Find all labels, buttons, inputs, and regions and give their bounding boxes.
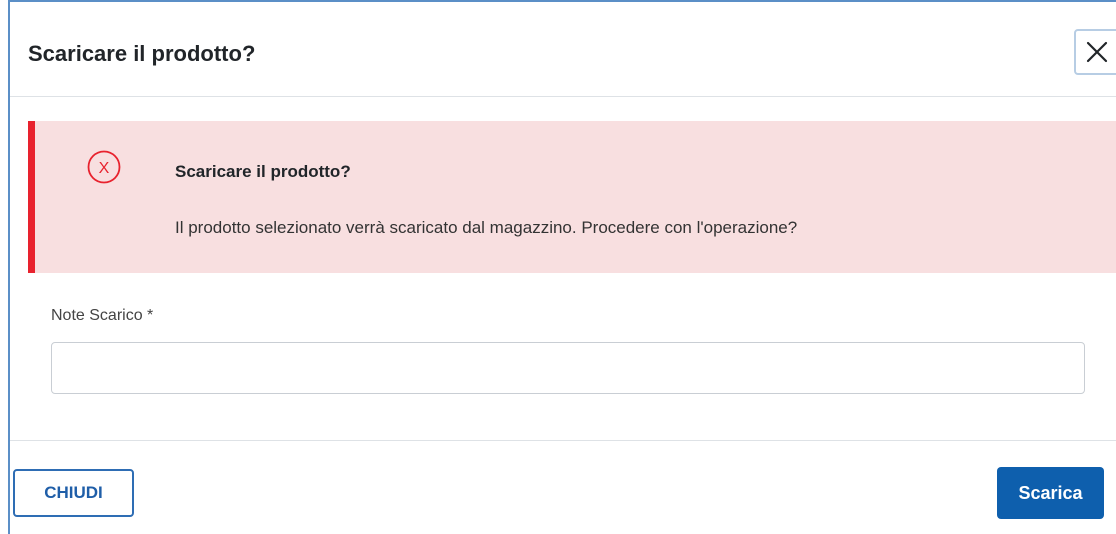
error-alert: X Scaricare il prodotto? Il prodotto sel… [28, 121, 1116, 273]
alert-message: Il prodotto selezionato verrà scaricato … [175, 218, 798, 237]
dialog-header: Scaricare il prodotto? [10, 2, 1116, 97]
error-circle-icon: X [87, 150, 121, 184]
note-scarico-label: Note Scarico * [51, 307, 154, 324]
close-button[interactable] [1074, 29, 1116, 75]
close-dialog-button[interactable]: CHIUDI [13, 469, 134, 517]
note-scarico-input[interactable] [51, 342, 1085, 394]
dialog-title: Scaricare il prodotto? [28, 41, 256, 66]
alert-title: Scaricare il prodotto? [175, 162, 351, 181]
svg-text:X: X [99, 160, 110, 177]
close-icon [1085, 40, 1109, 64]
dialog-footer: CHIUDI Scarica [10, 440, 1116, 534]
scarica-button[interactable]: Scarica [997, 467, 1104, 519]
dialog: Scaricare il prodotto? X Scaricare il pr… [8, 0, 1116, 534]
